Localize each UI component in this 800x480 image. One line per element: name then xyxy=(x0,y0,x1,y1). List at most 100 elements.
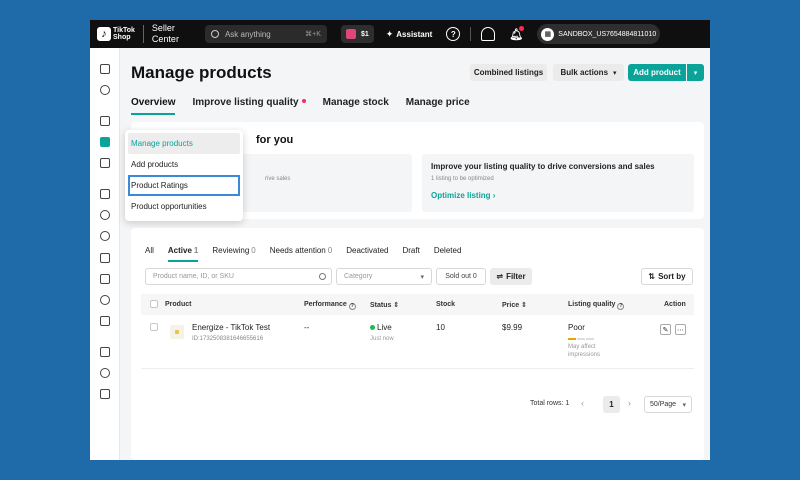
status-tab-reviewing[interactable]: Reviewing 0 xyxy=(212,246,255,262)
header-status[interactable]: Status ⇕ xyxy=(370,301,399,309)
trophy-icon[interactable] xyxy=(100,368,110,378)
ads-icon[interactable] xyxy=(100,274,110,284)
filter-label: Filter xyxy=(506,272,526,281)
total-rows: Total rows: 1 xyxy=(530,400,570,407)
more-options-icon[interactable]: ⋯ xyxy=(675,324,686,335)
account-name: SANDBOX_US7654884811010 xyxy=(558,30,657,38)
headset-icon[interactable] xyxy=(481,27,496,41)
orders-icon[interactable] xyxy=(100,116,110,126)
live-video-icon[interactable] xyxy=(100,253,110,263)
quality-segment xyxy=(586,338,594,340)
table-row: Energize - TikTok Test ID:17325083816466… xyxy=(141,315,694,369)
status-time: Just now xyxy=(370,336,394,342)
menu-item-product-opportunities[interactable]: Product opportunities xyxy=(128,196,240,217)
help-icon[interactable]: ? xyxy=(446,27,461,41)
global-search-input[interactable]: Ask anything ⌘+K xyxy=(204,25,327,43)
status-tab-label: All xyxy=(145,246,154,255)
category-placeholder: Category xyxy=(344,273,373,280)
page-size-select[interactable]: 50/Page ▾ xyxy=(644,396,692,413)
bulk-actions-button[interactable]: Bulk actions ▾ xyxy=(553,64,624,81)
growth-icon[interactable] xyxy=(100,295,110,305)
quality-note-2: impressions xyxy=(568,352,601,358)
next-page-icon[interactable]: › xyxy=(628,398,631,408)
quality-note-1: May affect xyxy=(568,344,596,350)
status-tab-active[interactable]: Active 1 xyxy=(167,246,199,262)
product-search-input[interactable]: Product name, ID, or SKU xyxy=(145,268,332,285)
affiliate-icon[interactable] xyxy=(100,210,110,220)
help-icon[interactable]: ? xyxy=(348,303,356,310)
combined-listings-button[interactable]: Combined listings xyxy=(470,64,547,81)
product-stock[interactable]: 10 xyxy=(436,323,445,332)
recommendation-subtitle: 1 listing to be optimized xyxy=(431,176,494,182)
status-tab-needs-attention[interactable]: Needs attention 0 xyxy=(270,246,333,262)
sparkle-icon: ✦ xyxy=(385,28,394,39)
status-tab-draft[interactable]: Draft xyxy=(402,246,419,262)
tiktok-note-icon: ♪ xyxy=(97,27,111,41)
status-tab-label: Reviewing xyxy=(212,246,250,255)
sort-by-button[interactable]: ⇅ Sort by xyxy=(641,268,693,285)
add-product-button[interactable]: Add product xyxy=(628,64,686,81)
tab-overview[interactable]: Overview xyxy=(131,97,176,115)
assistant-button[interactable]: ✦ Assistant xyxy=(386,29,433,40)
filter-button[interactable]: ⇌ Filter xyxy=(490,268,532,285)
header-price[interactable]: Price ⇕ xyxy=(502,301,527,309)
home-icon[interactable] xyxy=(100,64,110,74)
menu-item-manage-products[interactable]: Manage products xyxy=(128,133,240,154)
tiktok-shop-logo[interactable]: ♪ TikTok Shop xyxy=(97,27,135,41)
product-search-placeholder: Product name, ID, or SKU xyxy=(153,273,234,280)
brand-line-1: TikTok xyxy=(113,27,135,34)
status-tab-all[interactable]: All xyxy=(145,246,154,262)
menu-item-add-products[interactable]: Add products xyxy=(128,154,240,175)
page-number-button[interactable]: 1 xyxy=(603,396,620,413)
edit-icon[interactable]: ✎ xyxy=(660,324,671,335)
products-icon[interactable] xyxy=(100,137,110,147)
customers-icon[interactable] xyxy=(100,231,110,241)
product-id: ID:1732508381646655616 xyxy=(192,336,264,342)
tab-manage-price[interactable]: Manage price xyxy=(406,97,470,115)
bell-icon[interactable]: 🔔︎ xyxy=(509,26,525,41)
finance-icon[interactable] xyxy=(100,389,110,399)
add-product-dropdown-button[interactable]: ▾ xyxy=(687,64,704,81)
tab-manage-stock[interactable]: Manage stock xyxy=(323,97,389,115)
category-select[interactable]: Category ▾ xyxy=(336,268,432,285)
row-checkbox[interactable] xyxy=(150,323,158,331)
center-line-2: Center xyxy=(151,34,179,44)
status-tab-count: 0 xyxy=(327,246,333,255)
chevron-down-icon: ▾ xyxy=(613,69,617,77)
product-name[interactable]: Energize - TikTok Test xyxy=(192,323,270,332)
gift-icon xyxy=(345,29,356,39)
top-bar: ♪ TikTok Shop Seller Center Ask anything… xyxy=(90,20,710,48)
add-circle-icon[interactable] xyxy=(100,85,110,95)
recommendations-title: for you xyxy=(256,134,294,146)
tab-improve-listing-quality[interactable]: Improve listing quality xyxy=(192,97,306,115)
product-price[interactable]: $9.99 xyxy=(502,323,522,332)
status-tab-deleted[interactable]: Deleted xyxy=(434,246,462,262)
notification-dot xyxy=(519,26,525,31)
quality-segment xyxy=(568,338,576,340)
bulk-actions-label: Bulk actions xyxy=(560,68,609,77)
header-product: Product xyxy=(165,301,192,308)
listing-quality: Poor xyxy=(568,323,585,332)
account-switcher[interactable]: ▦ SANDBOX_US7654884811010 xyxy=(537,24,661,44)
topbar-divider xyxy=(470,27,472,41)
seller-center-window: ♪ TikTok Shop Seller Center Ask anything… xyxy=(90,20,710,460)
select-all-checkbox[interactable] xyxy=(150,300,158,308)
prev-page-icon[interactable]: ‹ xyxy=(581,398,584,408)
status-tab-deactivated[interactable]: Deactivated xyxy=(346,246,388,262)
sidebar xyxy=(90,48,120,460)
menu-item-product-ratings[interactable]: Product Ratings xyxy=(128,175,240,196)
product-image xyxy=(175,330,179,334)
product-thumbnail[interactable] xyxy=(170,325,184,339)
sort-label: Sort by xyxy=(658,272,686,281)
shipping-icon[interactable] xyxy=(100,158,110,168)
gift-reward-button[interactable]: $1 xyxy=(340,25,374,43)
help-icon[interactable]: ? xyxy=(617,303,625,310)
marketing-icon[interactable] xyxy=(100,189,110,199)
status-tabs: All Active 1 Reviewing 0 Needs attention 0 … xyxy=(145,246,475,262)
analytics-icon[interactable] xyxy=(100,347,110,357)
optimize-listing-link[interactable]: Optimize listing › xyxy=(431,191,685,200)
sold-out-toggle[interactable]: Sold out 0 xyxy=(436,268,486,285)
apps-icon[interactable] xyxy=(100,316,110,326)
sort-icon: ⇕ xyxy=(393,302,400,309)
header-price-label: Price xyxy=(502,302,520,309)
